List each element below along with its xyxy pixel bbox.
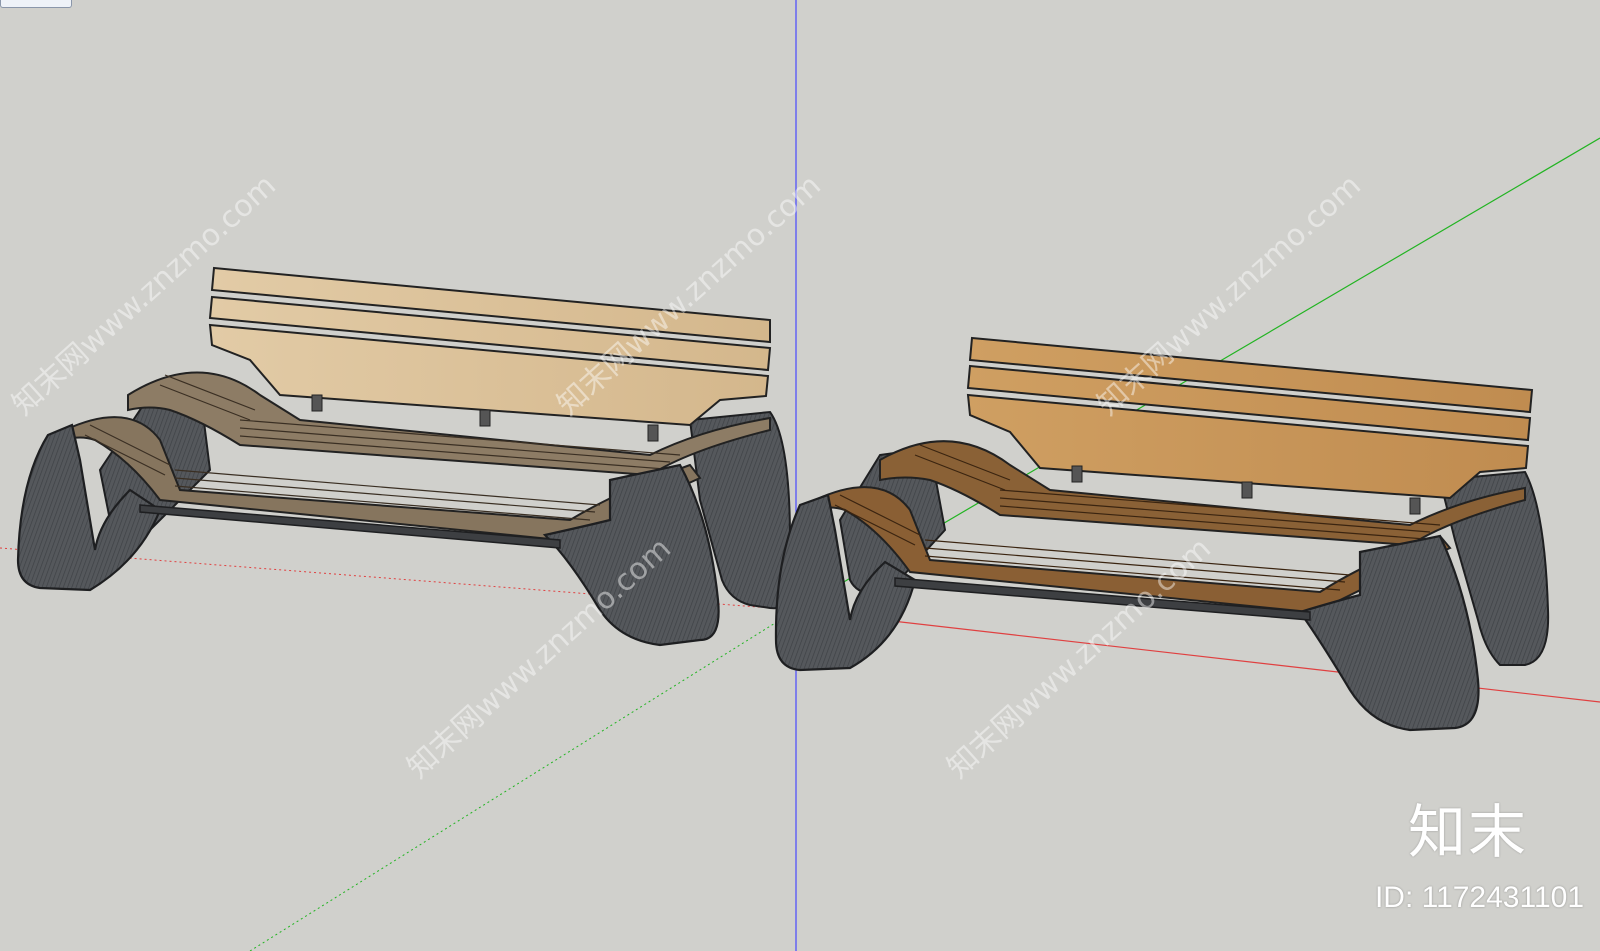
view-orientation-icon[interactable]	[0, 0, 72, 8]
sketchup-viewport[interactable]	[0, 0, 1600, 951]
bench-right[interactable]	[774, 336, 1550, 732]
bench-right-backrest	[966, 336, 1534, 515]
bench-right-front-leg-right	[1298, 534, 1480, 732]
watermark-logo: 知末	[1407, 798, 1528, 866]
watermark-id: ID: 1172431101	[1374, 881, 1584, 914]
